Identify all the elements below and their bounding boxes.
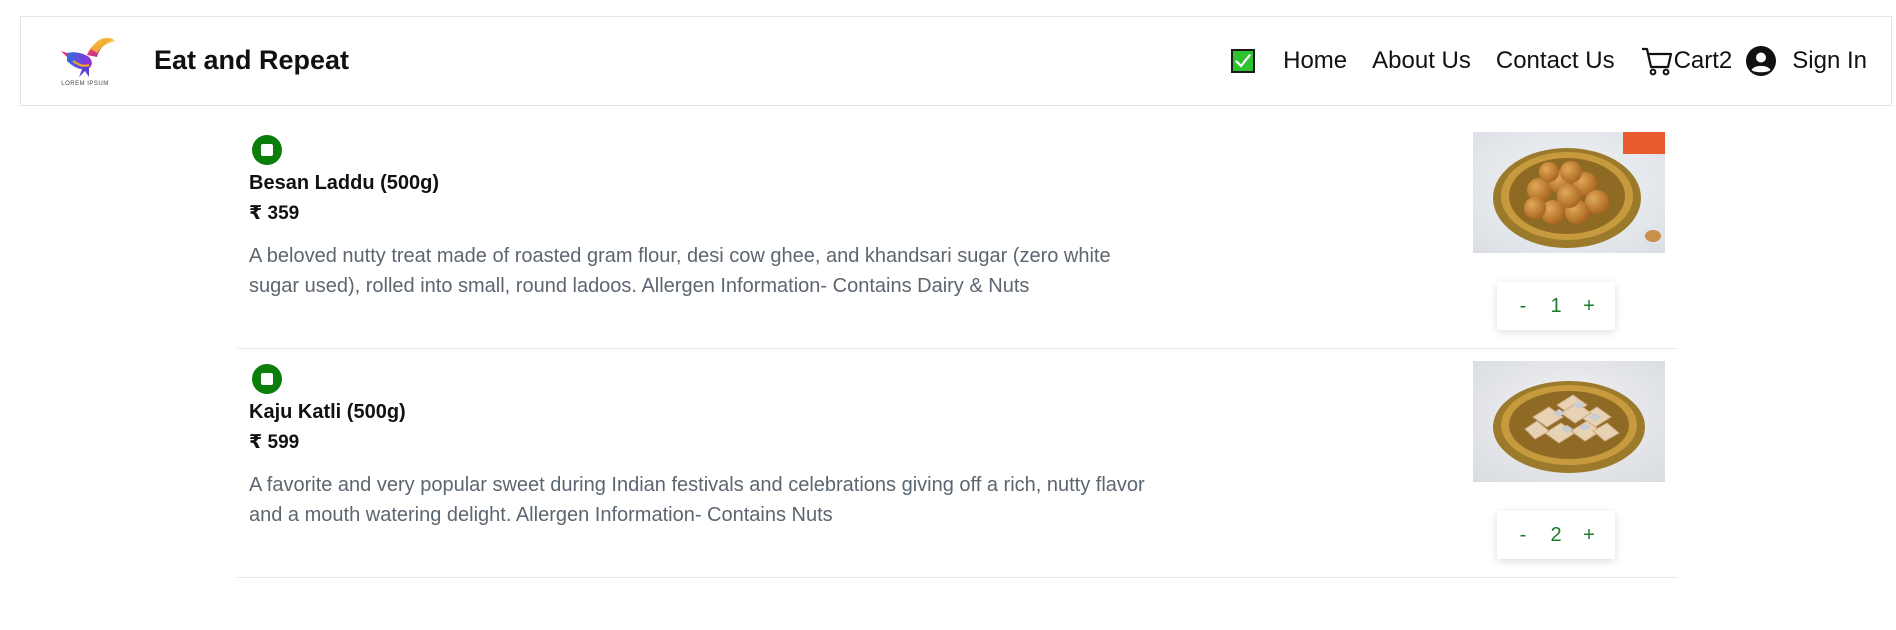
- quantity-value: 1: [1550, 294, 1562, 317]
- navbar: LOREM IPSUM Eat and Repeat Home About Us…: [20, 16, 1892, 106]
- veg-indicator-icon: [252, 135, 282, 165]
- sign-in-label: Sign In: [1792, 47, 1867, 74]
- bird-logo-icon: [61, 37, 115, 77]
- user-circle-icon: [1746, 46, 1777, 76]
- nav-menu: Home About Us Contact Us Cart2 Sign In: [1231, 17, 1867, 105]
- cart-label: Cart2: [1673, 47, 1733, 74]
- cart-icon: [1641, 47, 1672, 76]
- item-image-kaju-katli: [1473, 361, 1665, 482]
- item-name: Besan Laddu (500g): [249, 172, 440, 194]
- cart-link[interactable]: Cart2: [1640, 45, 1733, 77]
- item-description: A favorite and very popular sweet during…: [249, 474, 1145, 526]
- checkmark-icon: [1235, 54, 1252, 68]
- item-price: ₹ 599: [249, 432, 300, 453]
- quantity-stepper: - 2 +: [1497, 511, 1615, 559]
- veg-indicator-icon: [252, 364, 282, 394]
- decrement-button[interactable]: -: [1513, 295, 1533, 318]
- item-image-besan-laddu: [1473, 132, 1665, 253]
- sign-in-link[interactable]: Sign In: [1746, 46, 1867, 76]
- logo[interactable]: LOREM IPSUM: [53, 35, 117, 91]
- quantity-stepper: - 1 +: [1497, 282, 1615, 330]
- item-price: ₹ 359: [249, 203, 300, 224]
- brand-name[interactable]: Eat and Repeat: [154, 45, 349, 76]
- page: LOREM IPSUM Eat and Repeat Home About Us…: [0, 0, 1896, 630]
- increment-button[interactable]: +: [1579, 524, 1599, 547]
- menu-item: Besan Laddu (500g) ₹ 359 A beloved nutty…: [237, 120, 1677, 349]
- increment-button[interactable]: +: [1579, 295, 1599, 318]
- veg-only-checkbox[interactable]: [1231, 49, 1256, 73]
- decrement-button[interactable]: -: [1513, 524, 1533, 547]
- logo-text: LOREM IPSUM: [61, 81, 109, 87]
- menu-list: Besan Laddu (500g) ₹ 359 A beloved nutty…: [237, 120, 1677, 578]
- item-name: Kaju Katli (500g): [249, 401, 406, 423]
- item-description: A beloved nutty treat made of roasted gr…: [249, 245, 1111, 297]
- nav-about-link[interactable]: About Us: [1372, 47, 1471, 75]
- quantity-value: 2: [1550, 523, 1562, 546]
- nav-home-link[interactable]: Home: [1283, 47, 1347, 75]
- nav-contact-link[interactable]: Contact Us: [1496, 47, 1615, 75]
- menu-item: Kaju Katli (500g) ₹ 599 A favorite and v…: [237, 349, 1677, 578]
